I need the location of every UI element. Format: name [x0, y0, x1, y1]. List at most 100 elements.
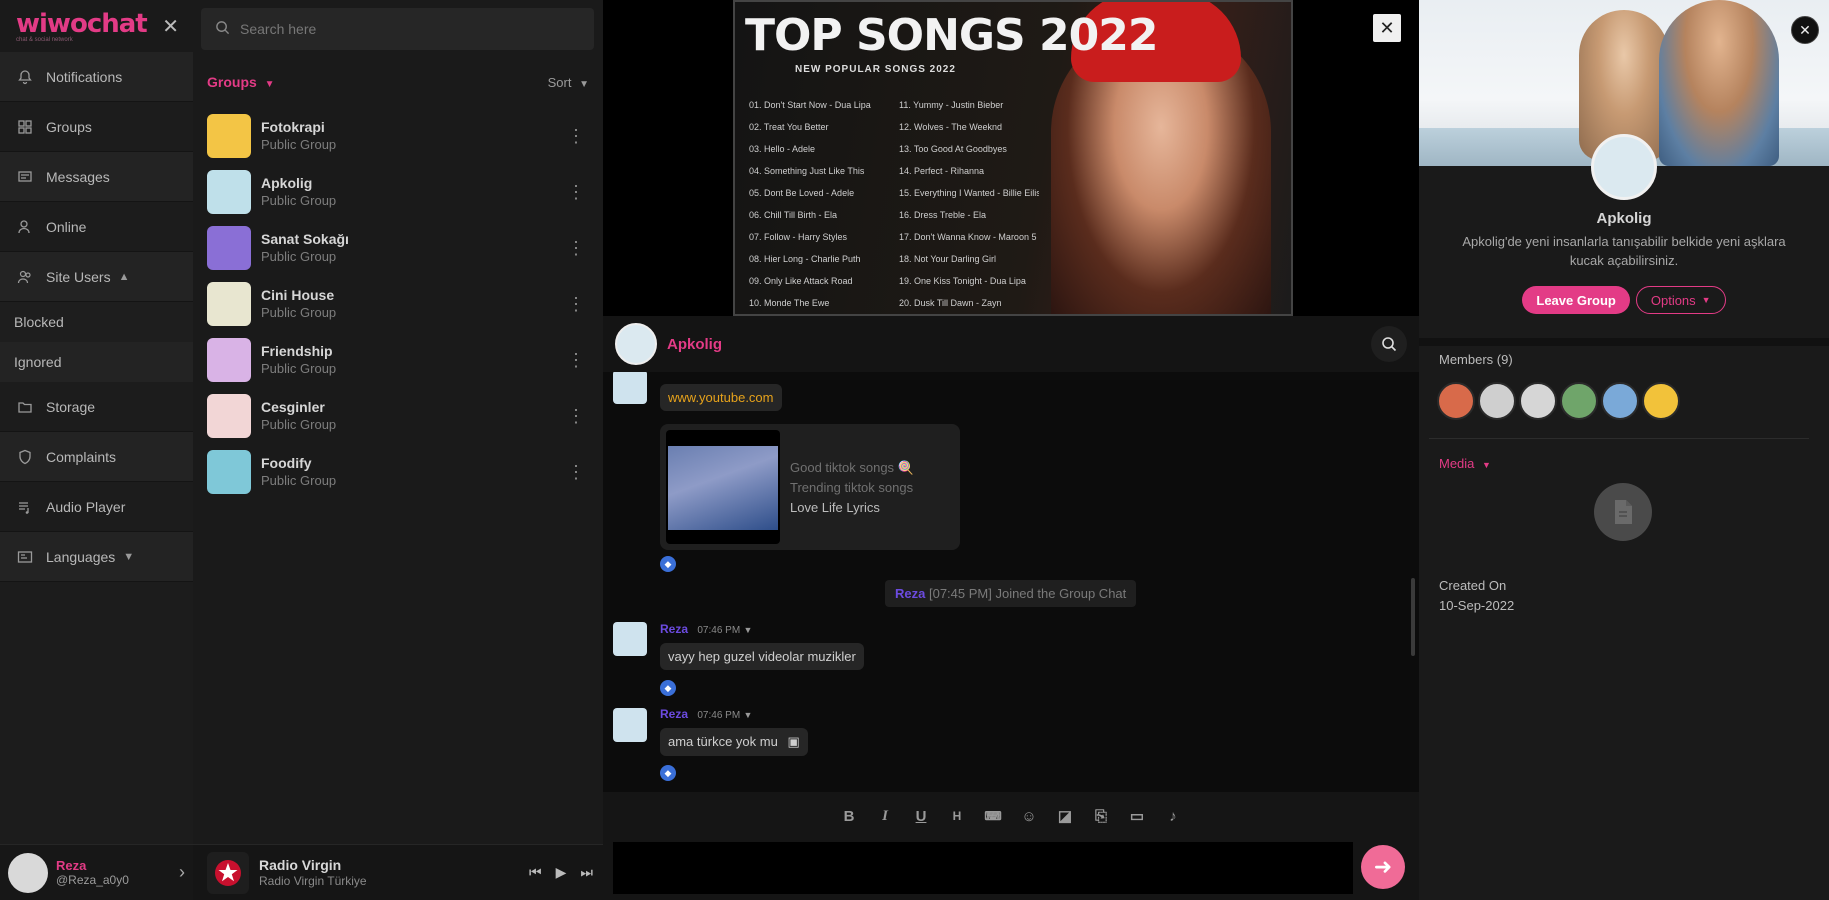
logo[interactable]: wiwochat chat & social network — [16, 9, 162, 43]
media-dropdown[interactable]: Media ▼ — [1439, 456, 1491, 471]
video-embed[interactable]: TOP SONGS 2022 NEW POPULAR SONGS 2022 01… — [603, 0, 1419, 316]
media-file-icon[interactable] — [1594, 483, 1652, 541]
next-icon[interactable]: ⏭ — [580, 864, 593, 881]
group-list-item[interactable]: Friendship Public Group ⋮ — [193, 332, 603, 388]
nav-languages[interactable]: Languages ▼ — [0, 532, 193, 582]
more-options-icon[interactable]: ⋮ — [561, 462, 591, 483]
search-icon — [1382, 337, 1397, 352]
member-avatar[interactable] — [1642, 382, 1680, 420]
more-options-icon[interactable]: ⋮ — [561, 182, 591, 203]
sticker-icon[interactable]: ◪ — [1051, 802, 1079, 830]
search-input[interactable] — [240, 21, 560, 37]
tracklist-item: 20. Dusk Till Dawn - Zayn — [899, 298, 1002, 308]
folder-icon — [14, 396, 36, 418]
avatar[interactable] — [613, 622, 647, 656]
message-list[interactable]: www.youtube.com Good tiktok songs 🍭 Tren… — [603, 372, 1419, 792]
group-list-item[interactable]: Cini House Public Group ⋮ — [193, 276, 603, 332]
member-avatar[interactable] — [1437, 382, 1475, 420]
close-video-button[interactable]: ✕ — [1373, 14, 1401, 42]
groups-filter-dropdown[interactable]: Groups ▼ — [207, 74, 548, 90]
nav-audio-player[interactable]: Audio Player — [0, 482, 193, 532]
send-button[interactable]: ➜ — [1361, 845, 1405, 889]
scrollbar[interactable] — [1411, 578, 1415, 656]
search-box[interactable] — [201, 8, 594, 50]
underline-icon[interactable]: U — [907, 802, 935, 830]
nav-storage[interactable]: Storage — [0, 382, 193, 432]
radio-station-subtitle: Radio Virgin Türkiye — [259, 873, 367, 888]
message-input[interactable] — [613, 842, 1353, 894]
nav-ignored[interactable]: Ignored — [0, 342, 193, 382]
message-text[interactable]: ama türkce yok mu ▣ — [660, 728, 808, 756]
nav-label: Messages — [46, 168, 110, 185]
group-name: Foodify — [261, 455, 312, 471]
more-options-icon[interactable]: ⋮ — [561, 406, 591, 427]
group-avatar[interactable] — [615, 323, 657, 365]
nav-blocked[interactable]: Blocked — [0, 302, 193, 342]
shield-icon — [14, 446, 36, 468]
logo-text: wiwochat — [16, 9, 148, 39]
group-type: Public Group — [261, 137, 337, 152]
message-icon — [14, 166, 36, 188]
current-user-box[interactable]: Reza @Reza_a0y0 › — [0, 844, 193, 900]
more-options-icon[interactable]: ⋮ — [561, 350, 591, 371]
tracklist-item: 13. Too Good At Goodbyes — [899, 144, 1007, 154]
video-thumbnail[interactable]: TOP SONGS 2022 NEW POPULAR SONGS 2022 01… — [733, 0, 1293, 316]
link-preview-text: Good tiktok songs 🍭 Trending tiktok song… — [790, 458, 914, 518]
nav-online[interactable]: Online — [0, 202, 193, 252]
message-time: 07:46 PM — [697, 625, 741, 636]
nav-complaints[interactable]: Complaints — [0, 432, 193, 482]
group-list-item[interactable]: Cesginler Public Group ⋮ — [193, 388, 603, 444]
member-avatar[interactable] — [1519, 382, 1557, 420]
nav-label: Online — [46, 218, 87, 235]
chat-group-name[interactable]: Apkolig — [667, 336, 1371, 353]
chevron-down-icon[interactable]: ▼ — [744, 625, 753, 635]
nav-groups[interactable]: Groups — [0, 102, 193, 152]
chat-search-button[interactable] — [1371, 326, 1407, 362]
close-sidebar-icon[interactable]: ✕ — [162, 14, 179, 39]
bold-icon[interactable]: B — [835, 802, 863, 830]
leave-group-button[interactable]: Leave Group — [1522, 286, 1630, 314]
reaction-icon[interactable]: ◆ — [660, 765, 676, 781]
avatar[interactable] — [613, 708, 647, 742]
chevron-right-icon[interactable]: › — [179, 862, 185, 883]
play-icon[interactable]: ▶ — [556, 864, 567, 881]
chevron-down-icon: ▼ — [579, 78, 589, 90]
microphone-icon[interactable]: ♪ — [1159, 802, 1187, 830]
avatar[interactable] — [613, 372, 647, 404]
group-list-item[interactable]: Foodify Public Group ⋮ — [193, 444, 603, 500]
heading-icon[interactable]: H — [943, 802, 971, 830]
link-preview-line: Trending tiktok songs — [790, 480, 914, 495]
reaction-icon[interactable]: ◆ — [660, 680, 676, 696]
previous-icon[interactable]: ⏮ — [529, 864, 542, 881]
options-button[interactable]: Options ▼ — [1635, 286, 1726, 314]
nav-notifications[interactable]: Notifications — [0, 52, 193, 102]
reaction-icon[interactable]: ◆ — [660, 556, 676, 572]
code-icon[interactable]: ⌨ — [979, 802, 1007, 830]
group-list-item[interactable]: Fotokrapi Public Group ⋮ — [193, 108, 603, 164]
member-avatar[interactable] — [1560, 382, 1598, 420]
group-info-panel: ✕ Apkolig Apkolig'de yeni insanlarla tan… — [1419, 0, 1829, 900]
chevron-down-icon: ▼ — [264, 79, 275, 90]
nav-messages[interactable]: Messages — [0, 152, 193, 202]
folder-icon[interactable]: ▭ — [1123, 802, 1151, 830]
more-options-icon[interactable]: ⋮ — [561, 126, 591, 147]
more-options-icon[interactable]: ⋮ — [561, 294, 591, 315]
emoji-icon[interactable]: ☺ — [1015, 802, 1043, 830]
message-text[interactable]: vayy hep guzel videolar muzikler — [660, 643, 864, 670]
more-options-icon[interactable]: ⋮ — [561, 238, 591, 259]
sort-dropdown[interactable]: Sort ▼ — [548, 75, 589, 90]
chevron-down-icon[interactable]: ▼ — [744, 710, 753, 720]
link-preview-card[interactable]: Good tiktok songs 🍭 Trending tiktok song… — [660, 424, 960, 550]
group-list-item[interactable]: Sanat Sokağı Public Group ⋮ — [193, 220, 603, 276]
member-avatar[interactable] — [1601, 382, 1639, 420]
radio-station-logo — [207, 851, 249, 894]
group-list-item[interactable]: Apkolig Public Group ⋮ — [193, 164, 603, 220]
message-link[interactable]: www.youtube.com — [660, 384, 782, 411]
italic-icon[interactable]: I — [871, 802, 899, 830]
member-avatar[interactable] — [1478, 382, 1516, 420]
tracklist-item: 02. Treat You Better — [749, 122, 829, 132]
close-panel-button[interactable]: ✕ — [1791, 16, 1819, 44]
attachment-icon[interactable]: ⎘ — [1087, 802, 1115, 830]
nav-site-users[interactable]: Site Users ▲ — [0, 252, 193, 302]
group-thumbnail — [207, 450, 251, 494]
